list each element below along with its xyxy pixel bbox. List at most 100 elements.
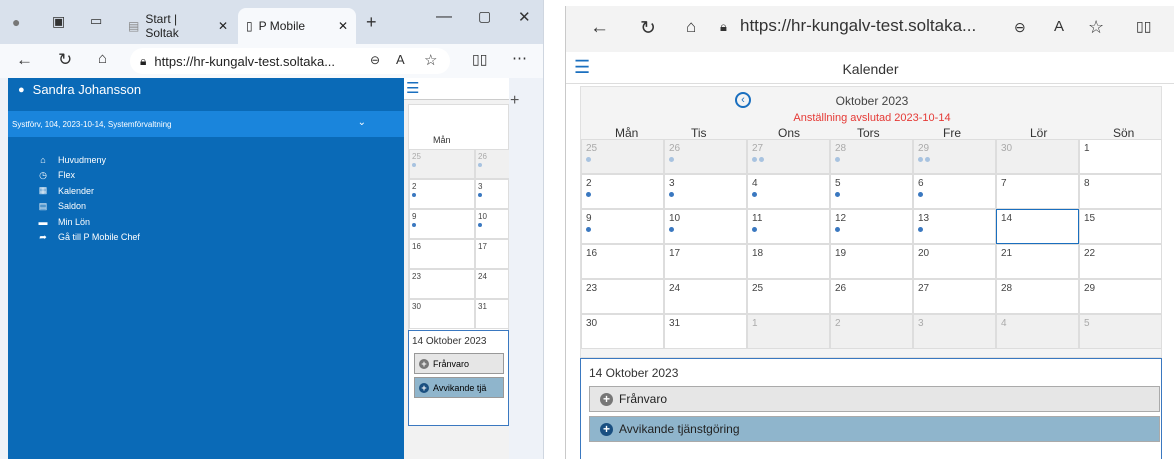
day-cell[interactable]: 3 <box>664 174 747 209</box>
day-cell[interactable]: 26 <box>830 279 913 314</box>
day-cell[interactable]: 28 <box>996 279 1079 314</box>
day-cell[interactable]: 22 <box>1079 244 1162 279</box>
tab-actions-icon[interactable]: ▭ <box>90 13 102 29</box>
day-cell[interactable]: 13 <box>913 209 996 244</box>
nav-item-huvudmeny[interactable]: ⌂ Huvudmeny <box>38 152 140 168</box>
close-tab-icon[interactable]: ✕ <box>218 19 228 33</box>
nav-item-saldon[interactable]: ▤ Saldon <box>38 199 140 215</box>
back-icon[interactable]: ← <box>16 50 33 70</box>
day-cell[interactable]: 24 <box>664 279 747 314</box>
read-aloud-icon[interactable]: A <box>1054 18 1064 35</box>
tab-start-soltak[interactable]: ▤ Start | Soltak ✕ <box>120 8 236 44</box>
nav-item-min-lon[interactable]: ▬ Min Lön <box>38 214 140 230</box>
day-cell[interactable]: 27 <box>747 139 830 174</box>
profile-icon[interactable]: ● <box>12 14 20 30</box>
day-cell[interactable]: 26 <box>475 149 509 179</box>
nav-item-p-mobile-chef[interactable]: ➦ Gå till P Mobile Chef <box>38 230 140 246</box>
selected-day-cell[interactable]: 14 <box>996 209 1079 244</box>
menu-icon[interactable]: ☰ <box>406 79 419 97</box>
day-cell[interactable]: 19 <box>830 244 913 279</box>
workspaces-icon[interactable]: ▣ <box>52 13 65 30</box>
absence-button[interactable]: + Frånvaro <box>414 353 504 374</box>
deviation-button[interactable]: + Avvikande tjä <box>414 377 504 398</box>
lock-icon: 🔒︎ <box>140 53 147 68</box>
maximize-icon[interactable]: ▢ <box>478 8 491 25</box>
day-cell[interactable]: 5 <box>830 174 913 209</box>
day-cell[interactable]: 15 <box>1079 209 1162 244</box>
day-number: 14 <box>1001 213 1013 224</box>
day-cell[interactable]: 4 <box>747 174 830 209</box>
chevron-down-icon[interactable]: ⌄ <box>358 117 366 128</box>
home-icon[interactable]: ⌂ <box>686 17 696 37</box>
deviation-button[interactable]: + Avvikande tjänstgöring <box>589 416 1160 442</box>
day-cell[interactable]: 4 <box>996 314 1079 349</box>
day-cell[interactable]: 2 <box>409 179 475 209</box>
day-cell[interactable]: 25 <box>747 279 830 314</box>
day-cell[interactable]: 5 <box>1079 314 1162 349</box>
day-cell[interactable]: 17 <box>475 239 509 269</box>
day-cell[interactable]: 1 <box>747 314 830 349</box>
absence-button[interactable]: + Frånvaro <box>589 386 1160 412</box>
day-cell[interactable]: 6 <box>913 174 996 209</box>
day-cell[interactable]: 31 <box>664 314 747 349</box>
read-aloud-icon[interactable]: A <box>396 52 405 67</box>
day-cell[interactable]: 12 <box>830 209 913 244</box>
day-cell[interactable]: 30 <box>581 314 664 349</box>
more-icon[interactable]: ⋯ <box>512 49 527 67</box>
day-cell[interactable]: 28 <box>830 139 913 174</box>
day-cell[interactable]: 24 <box>475 269 509 299</box>
close-window-icon[interactable]: ✕ <box>518 8 531 26</box>
day-cell[interactable]: 2 <box>581 174 664 209</box>
add-icon[interactable]: + <box>510 92 519 110</box>
day-cell[interactable]: 23 <box>409 269 475 299</box>
refresh-icon[interactable]: ↻ <box>58 50 72 70</box>
day-cell[interactable]: 30 <box>996 139 1079 174</box>
day-cell[interactable]: 3 <box>475 179 509 209</box>
close-tab-icon[interactable]: ✕ <box>338 19 348 33</box>
day-cell[interactable]: 10 <box>664 209 747 244</box>
day-cell[interactable]: 3 <box>913 314 996 349</box>
day-cell[interactable]: 31 <box>475 299 509 329</box>
new-tab-icon[interactable]: + <box>366 12 377 33</box>
day-cell[interactable]: 18 <box>747 244 830 279</box>
day-cell[interactable]: 25 <box>581 139 664 174</box>
day-cell[interactable]: 2 <box>830 314 913 349</box>
day-cell[interactable]: 16 <box>409 239 475 269</box>
day-number: 5 <box>835 178 841 189</box>
tab-p-mobile[interactable]: ▯ P Mobile ✕ <box>238 8 356 44</box>
nav-item-kalender[interactable]: ▦ Kalender <box>38 183 140 199</box>
day-cell[interactable]: 9 <box>409 209 475 239</box>
day-cell[interactable]: 20 <box>913 244 996 279</box>
day-cell[interactable]: 8 <box>1079 174 1162 209</box>
zoom-icon[interactable]: ⊖ <box>370 53 380 67</box>
event-dot <box>669 157 674 162</box>
day-cell[interactable]: 21 <box>996 244 1079 279</box>
day-cell[interactable]: 10 <box>475 209 509 239</box>
refresh-icon[interactable]: ↻ <box>640 17 656 40</box>
back-icon[interactable]: ← <box>590 17 609 39</box>
event-dot <box>586 157 591 162</box>
day-cell[interactable]: 26 <box>664 139 747 174</box>
day-cell[interactable]: 23 <box>581 279 664 314</box>
day-cell[interactable]: 30 <box>409 299 475 329</box>
split-screen-icon[interactable]: ▯▯ <box>1136 18 1151 35</box>
day-cell[interactable]: 9 <box>581 209 664 244</box>
day-cell[interactable]: 16 <box>581 244 664 279</box>
split-screen-icon[interactable]: ▯▯ <box>472 51 487 68</box>
nav-item-flex[interactable]: ◷ Flex <box>38 168 140 184</box>
day-cell[interactable]: 29 <box>1079 279 1162 314</box>
day-cell[interactable]: 1 <box>1079 139 1162 174</box>
home-icon[interactable]: ⌂ <box>98 50 107 67</box>
zoom-icon[interactable]: ⊖ <box>1014 19 1026 36</box>
day-cell[interactable]: 25 <box>409 149 475 179</box>
day-detail: 14 Oktober 2023 + Frånvaro + Avvikande t… <box>580 358 1162 459</box>
favorite-icon[interactable]: ☆ <box>424 51 437 69</box>
day-cell[interactable]: 11 <box>747 209 830 244</box>
day-cell[interactable]: 29 <box>913 139 996 174</box>
day-cell[interactable]: 17 <box>664 244 747 279</box>
day-cell[interactable]: 27 <box>913 279 996 314</box>
day-cell[interactable]: 7 <box>996 174 1079 209</box>
context-selector[interactable]: Systförv, 104, 2023-10-14, Systemförvalt… <box>8 111 404 137</box>
favorite-icon[interactable]: ☆ <box>1088 17 1104 38</box>
minimize-icon[interactable]: — <box>436 8 452 26</box>
